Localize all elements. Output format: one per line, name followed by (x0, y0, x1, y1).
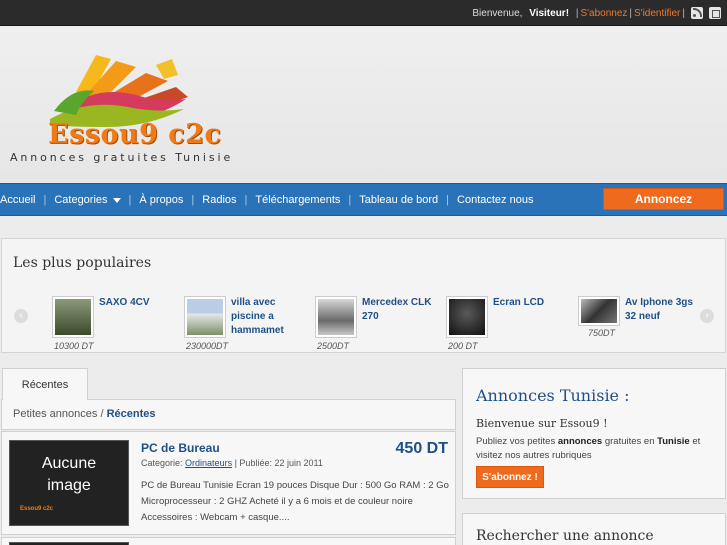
sidebar-welcome-box: Annonces Tunisie : Bienvenue sur Essou9 … (462, 368, 726, 499)
popular-item-title[interactable]: SAXO 4CV (99, 296, 169, 310)
no-image-line2: image (47, 477, 91, 494)
site-tagline: Annonces gratuites Tunisie (10, 151, 234, 164)
popular-item-title[interactable]: villa avec piscine a hammamet (231, 296, 301, 338)
popular-thumbnail[interactable] (578, 296, 620, 326)
sidebar-description: Publiez vos petites annonces gratuites e… (476, 435, 716, 463)
nav-item-radios[interactable]: Radios (194, 194, 244, 206)
sidebar-welcome: Bienvenue sur Essou9 ! (476, 417, 608, 430)
logo-emblem-icon (50, 55, 188, 127)
subscribe-link[interactable]: S'abonnez (580, 8, 627, 19)
nav-item-telechargements[interactable]: Téléchargements (247, 194, 348, 206)
listing-item (1, 537, 456, 545)
top-bar-user-area: Bienvenue, Visiteur! | S'abonnez | S'ide… (472, 7, 721, 19)
separator: | (629, 7, 632, 19)
separator: | (575, 7, 579, 19)
nav-item-label: Categories (54, 193, 108, 206)
listing-meta-date: | Publiée: 22 juin 2011 (234, 458, 323, 468)
share-icon[interactable] (709, 7, 721, 19)
logo-text: Essou9 c2c (48, 119, 222, 150)
popular-item-title[interactable]: Ecran LCD (493, 296, 563, 310)
carousel-next-icon[interactable]: › (700, 309, 714, 323)
site-header: Essou9 c2c Annonces gratuites Tunisie (0, 27, 727, 182)
desc-text: Publiez vos petites (476, 436, 556, 447)
popular-item-price: 200 DT (448, 341, 478, 351)
nav-item-a-propos[interactable]: À propos (131, 194, 191, 206)
listing-image-placeholder[interactable]: Aucune image Essou9 c2c (9, 440, 129, 526)
popular-thumbnail[interactable] (446, 296, 488, 338)
search-title: Rechercher une annonce (476, 528, 654, 544)
popular-title: Les plus populaires (13, 255, 152, 271)
breadcrumb-current: Récentes (106, 408, 156, 420)
popular-item-price: 2500DT (317, 341, 350, 351)
listing-title[interactable]: PC de Bureau (141, 441, 220, 455)
main-nav: Accueil | Categories | À propos | Radios… (0, 183, 727, 216)
desc-text: gratuites en (604, 436, 655, 447)
nav-item-accueil[interactable]: Accueil (0, 194, 43, 206)
desc-bold: Tunisie (657, 436, 690, 447)
listing-meta-prefix: Categorie: (141, 458, 183, 468)
login-link[interactable]: S'identifier (634, 8, 680, 19)
listing-item: Aucune image Essou9 c2c PC de Bureau 450… (1, 431, 456, 535)
desc-bold: annonces (557, 436, 603, 447)
popular-item-price: 750DT (588, 328, 616, 338)
sidebar-title: Annonces Tunisie : (476, 386, 630, 405)
popular-thumbnail[interactable] (184, 296, 226, 338)
listing-price: 450 DT (395, 440, 448, 457)
nav-item-tableau-de-bord[interactable]: Tableau de bord (351, 194, 446, 206)
visitor-name: Visiteur! (529, 7, 570, 19)
nav-item-contactez-nous[interactable]: Contactez nous (449, 194, 541, 206)
popular-item-title[interactable]: Av Iphone 3gs 32 neuf (625, 296, 695, 324)
popular-item-price: 230000DT (186, 341, 229, 351)
popular-thumbnail[interactable] (315, 296, 357, 338)
breadcrumb-trail: Petites annonces / Récentes (13, 408, 156, 420)
breadcrumb-root-link[interactable]: Petites annonces (13, 408, 97, 420)
tab-recentes[interactable]: Récentes (2, 368, 88, 401)
listing-description: PC de Bureau Tunisie Ecran 19 pouces Dis… (141, 480, 449, 523)
top-bar: Bienvenue, Visiteur! | S'abonnez | S'ide… (0, 0, 727, 26)
annoncez-button[interactable]: Annoncez (603, 188, 724, 210)
separator: | (682, 7, 685, 19)
listing-category-link[interactable]: Ordinateurs (185, 458, 232, 468)
carousel-prev-icon[interactable]: ‹ (14, 309, 28, 323)
tab-bar: Récentes (1, 366, 456, 401)
site-logo[interactable]: Essou9 c2c Annonces gratuites Tunisie (10, 47, 296, 172)
subscribe-button[interactable]: S'abonnez ! (476, 466, 544, 488)
popular-item-price: 10300 DT (54, 341, 94, 351)
rss-icon[interactable] (691, 7, 703, 19)
popular-thumbnail[interactable] (52, 296, 94, 338)
breadcrumb: Petites annonces / Récentes (1, 400, 456, 430)
mini-logo: Essou9 c2c (20, 506, 54, 512)
nav-item-categories[interactable]: Categories (46, 194, 128, 206)
no-image-line1: Aucune (41, 455, 97, 472)
popular-section: Les plus populaires ‹ › SAXO 4CV 10300 D… (1, 238, 726, 353)
listing-meta: Categorie: Ordinateurs | Publiée: 22 jui… (141, 458, 323, 468)
nav-items: Accueil | Categories | À propos | Radios… (0, 184, 541, 215)
caret-down-icon (112, 197, 121, 203)
popular-item-title[interactable]: Mercedex CLK 270 (362, 296, 432, 324)
breadcrumb-separator: / (100, 408, 104, 420)
greeting-text: Bienvenue, (472, 7, 523, 19)
sidebar-search-box: Rechercher une annonce (462, 513, 726, 545)
